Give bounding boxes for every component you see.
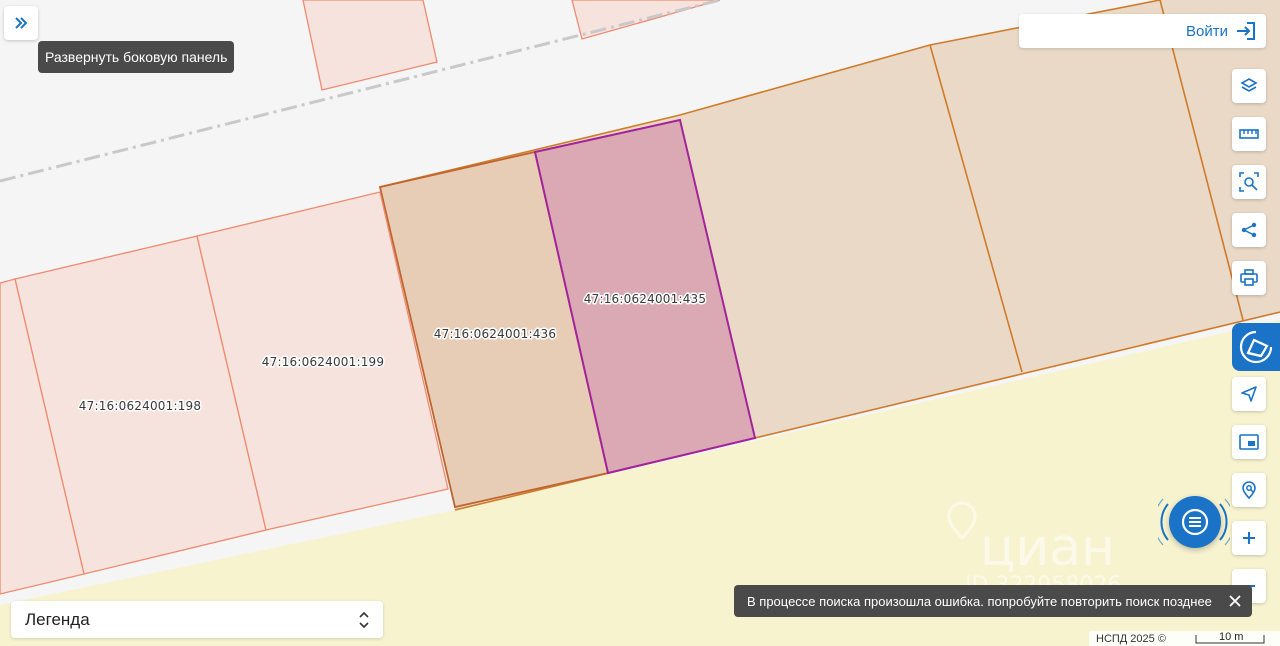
- toast-message: В процессе поиска произошла ошибка. попр…: [747, 593, 1212, 609]
- parcel-label-436: 47:16:0624001:436: [434, 327, 556, 341]
- parcel-label-198: 47:16:0624001:198: [79, 399, 201, 413]
- parcel-label-435: 47:16:0624001:435: [584, 292, 706, 306]
- map-canvas[interactable]: 47:16:0624001:198 47:16:0624001:199 47:1…: [0, 0, 1280, 646]
- picture-in-picture-button[interactable]: [1232, 425, 1266, 459]
- toast-close-button[interactable]: [1226, 592, 1244, 610]
- expand-sidebar-tooltip: Развернуть боковую панель: [38, 41, 235, 73]
- expand-sidebar-button[interactable]: [4, 6, 38, 40]
- login-icon: [1237, 22, 1255, 40]
- legend-label: Легенда: [25, 609, 90, 629]
- login-label: Войти: [1186, 22, 1228, 40]
- picture-in-picture-icon: [1239, 434, 1259, 450]
- print-icon: [1240, 269, 1258, 286]
- navigation-button[interactable]: [1232, 377, 1266, 411]
- legend-selector[interactable]: Легенда: [11, 601, 383, 638]
- double-chevron-right-icon: [15, 17, 28, 29]
- share-icon: [1241, 222, 1257, 238]
- layers-icon: [1240, 78, 1258, 92]
- zoom-in-icon: [1243, 532, 1255, 544]
- ruler-button[interactable]: [1232, 117, 1266, 151]
- layers-button[interactable]: [1232, 69, 1266, 103]
- area-search-button[interactable]: [1232, 165, 1266, 199]
- login-button[interactable]: Войти: [1019, 14, 1266, 48]
- navigation-icon: [1241, 386, 1257, 402]
- watermark-brand: циан: [980, 518, 1115, 578]
- location-search-icon: [1242, 481, 1256, 499]
- area-search-icon: [1239, 172, 1259, 192]
- print-button[interactable]: [1232, 261, 1266, 295]
- chat-button[interactable]: [1169, 496, 1221, 548]
- attribution-text: НСПД 2025 ©: [1096, 632, 1166, 645]
- location-search-button[interactable]: [1232, 473, 1266, 507]
- share-button[interactable]: [1232, 213, 1266, 247]
- ruler-icon: [1239, 129, 1259, 139]
- draw-icon: [1239, 330, 1273, 364]
- error-toast: В процессе поиска произошла ошибка. попр…: [734, 585, 1252, 617]
- scale-label: 10 m: [1219, 631, 1244, 643]
- zoom-in-button[interactable]: [1232, 521, 1266, 555]
- parcel-label-199: 47:16:0624001:199: [262, 355, 384, 369]
- chevron-up-down-icon: [359, 611, 369, 628]
- close-icon: [1229, 595, 1241, 607]
- draw-tool-button[interactable]: [1232, 323, 1280, 371]
- chat-icon: [1181, 508, 1209, 536]
